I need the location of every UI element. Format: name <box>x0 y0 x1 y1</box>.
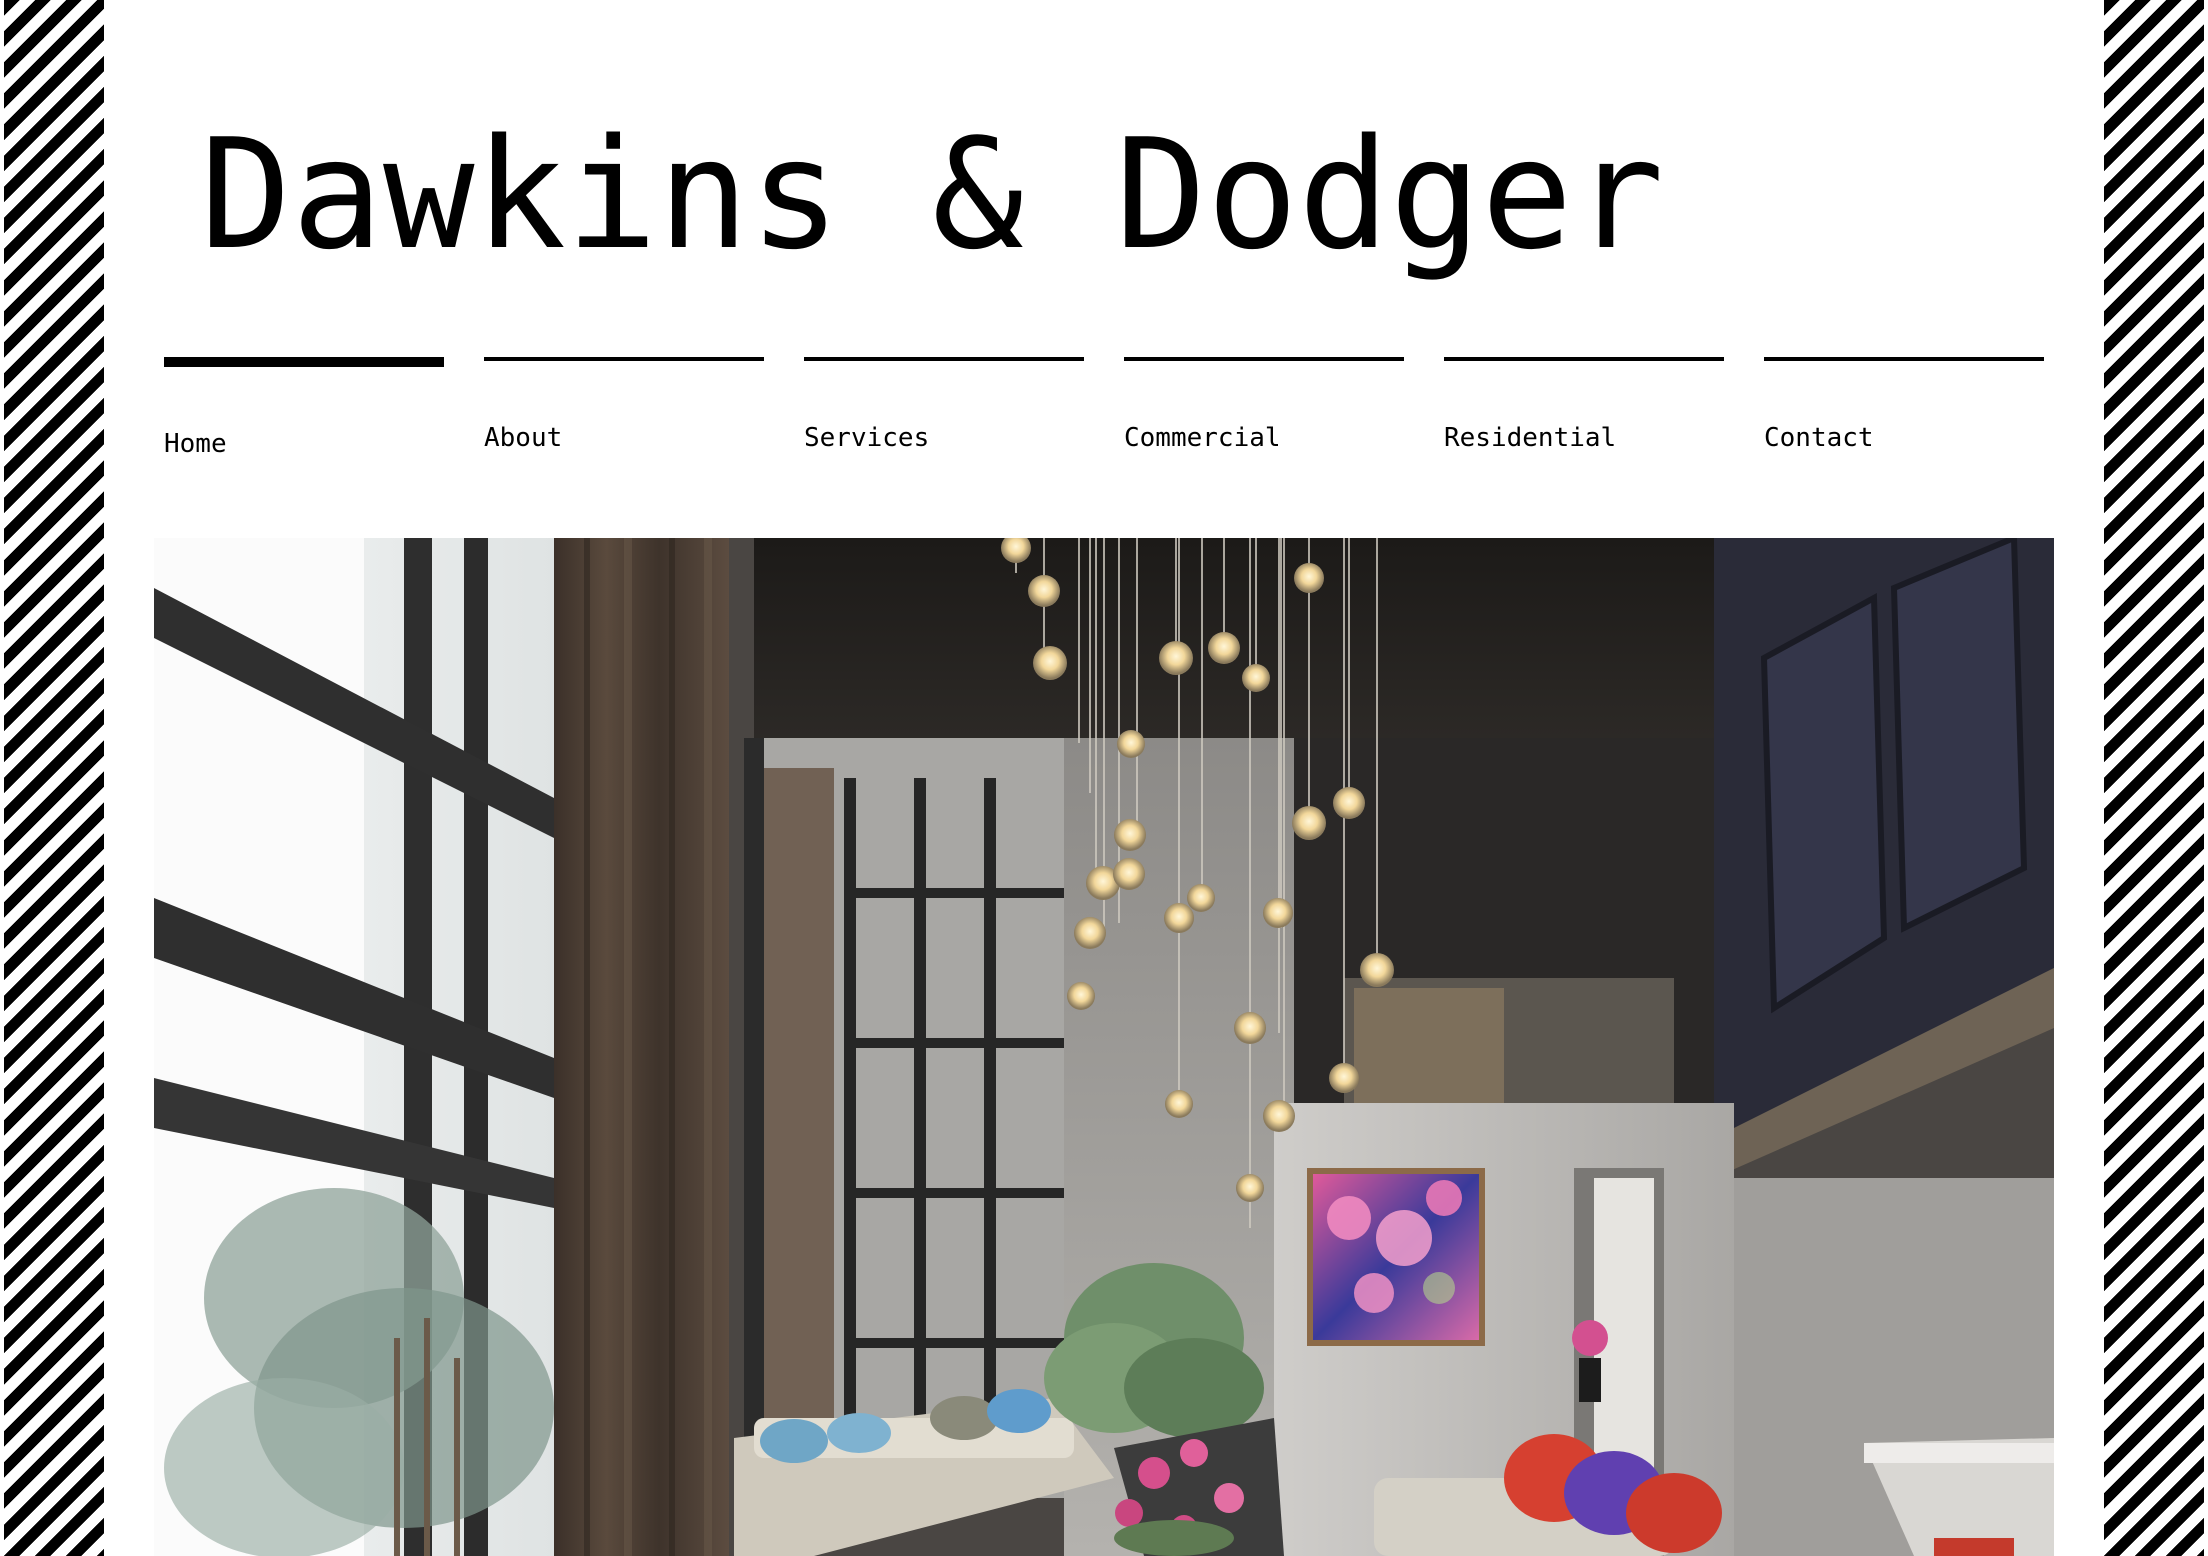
nav-item-home[interactable]: Home <box>164 357 444 467</box>
nav-item-contact[interactable]: Contact <box>1764 357 2044 467</box>
nav-label-home[interactable]: Home <box>164 429 227 459</box>
nav-item-residential[interactable]: Residential <box>1444 357 1724 467</box>
left-striped-border <box>4 0 104 1556</box>
nav-indicator <box>804 357 1084 361</box>
nav-label-services[interactable]: Services <box>804 423 929 453</box>
nav-label-residential[interactable]: Residential <box>1444 423 1616 453</box>
nav-label-contact[interactable]: Contact <box>1764 423 1874 453</box>
nav-label-commercial[interactable]: Commercial <box>1124 423 1281 453</box>
main-navigation: Home About Services Commercial Residenti… <box>164 357 2044 467</box>
nav-indicator <box>1764 357 2044 361</box>
nav-item-commercial[interactable]: Commercial <box>1124 357 1404 467</box>
hero-image <box>154 538 2054 1556</box>
nav-indicator <box>1124 357 1404 361</box>
nav-indicator <box>484 357 764 361</box>
nav-indicator <box>1444 357 1724 361</box>
nav-item-services[interactable]: Services <box>804 357 1084 467</box>
site-title: Dawkins & Dodger <box>200 106 1665 283</box>
nav-item-about[interactable]: About <box>484 357 764 467</box>
nav-label-about[interactable]: About <box>484 423 562 453</box>
nav-indicator <box>164 357 444 367</box>
right-striped-border <box>2104 0 2204 1556</box>
hero-interior-illustration <box>154 538 2054 1556</box>
